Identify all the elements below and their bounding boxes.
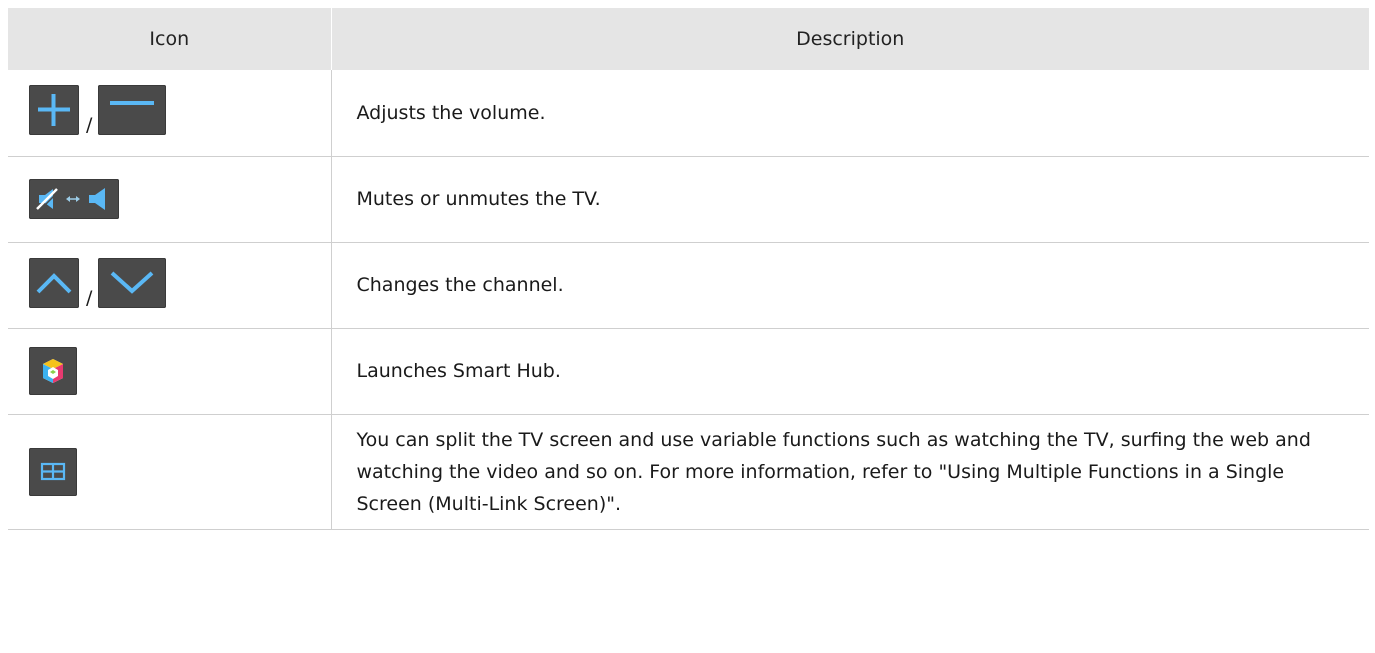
icon-separator: /: [86, 286, 93, 309]
minus-icon: [98, 85, 167, 136]
description-cell: Changes the channel.: [331, 242, 1369, 329]
description-cell: You can split the TV screen and use vari…: [331, 414, 1369, 530]
table-row: / Changes the channel.: [8, 242, 1369, 329]
icon-cell: [8, 156, 332, 243]
multi-link-screen-icon: [29, 447, 77, 496]
icon-cell: /: [8, 242, 332, 329]
header-icon: Icon: [8, 8, 332, 70]
icon-description-table: Icon Description / Adjusts the volume. M…: [8, 8, 1369, 530]
mute-toggle-icon: [29, 179, 119, 219]
icon-cell: [8, 328, 332, 415]
chevron-up-icon: [29, 257, 79, 308]
table-row: / Adjusts the volume.: [8, 70, 1369, 157]
icon-cell: [8, 414, 332, 530]
description-cell: Adjusts the volume.: [331, 70, 1369, 157]
icon-separator: /: [86, 114, 93, 137]
smart-hub-icon: [29, 347, 77, 395]
plus-icon: [29, 85, 79, 136]
description-cell: Mutes or unmutes the TV.: [331, 156, 1369, 243]
icon-cell: /: [8, 70, 332, 157]
table-row: You can split the TV screen and use vari…: [8, 414, 1369, 530]
header-description: Description: [331, 8, 1369, 70]
table-row: Launches Smart Hub.: [8, 328, 1369, 415]
table-row: Mutes or unmutes the TV.: [8, 156, 1369, 243]
table-header-row: Icon Description: [8, 8, 1369, 70]
description-cell: Launches Smart Hub.: [331, 328, 1369, 415]
chevron-down-icon: [98, 257, 167, 308]
